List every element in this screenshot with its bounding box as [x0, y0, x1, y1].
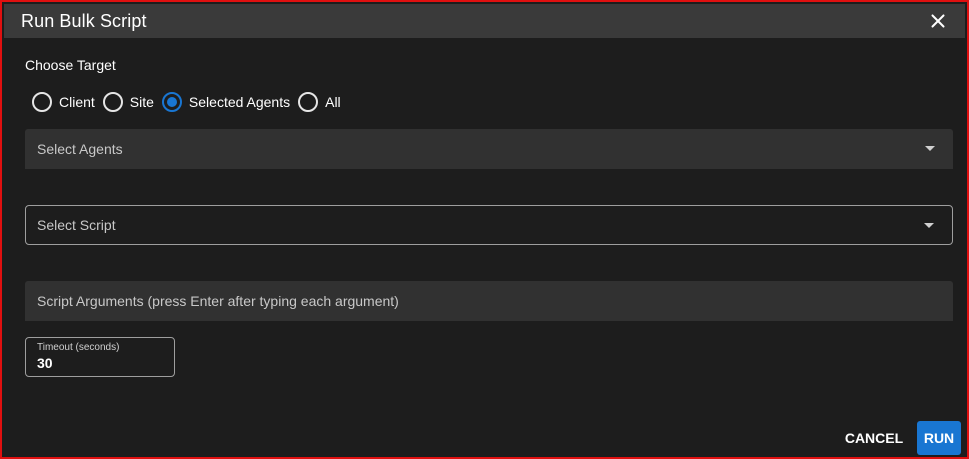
cancel-button[interactable]: CANCEL — [839, 422, 909, 454]
timeout-input[interactable]: Timeout (seconds) 30 — [25, 337, 175, 377]
radio-all-label: All — [325, 94, 341, 110]
dialog-title-bar: Run Bulk Script — [4, 4, 965, 38]
close-icon-graphic — [931, 14, 945, 28]
select-agents-dropdown[interactable]: Select Agents — [25, 129, 953, 169]
timeout-label: Timeout (seconds) — [37, 342, 120, 353]
select-script-placeholder: Select Script — [37, 217, 116, 233]
choose-target-label: Choose Target — [25, 57, 116, 73]
timeout-value[interactable]: 30 — [37, 355, 53, 371]
radio-selected-agents[interactable]: Selected Agents — [161, 92, 291, 112]
select-agents-placeholder: Select Agents — [37, 141, 123, 157]
radio-client-circle[interactable] — [32, 92, 52, 112]
dropdown-arrow-icon[interactable] — [925, 146, 935, 151]
dropdown-arrow-icon[interactable] — [924, 223, 934, 228]
radio-selected-agents-label: Selected Agents — [188, 94, 291, 110]
radio-all-circle[interactable] — [298, 92, 319, 112]
radio-all[interactable]: All — [298, 92, 341, 112]
run-bulk-script-dialog: Run Bulk Script Choose Target Client Sit… — [0, 0, 969, 459]
radio-client[interactable]: Client — [32, 92, 95, 112]
target-radio-group: Client Site Selected Agents All — [32, 91, 349, 113]
script-arguments-input[interactable]: Script Arguments (press Enter after typi… — [25, 281, 953, 321]
run-button[interactable]: RUN — [917, 421, 961, 455]
radio-client-label: Client — [59, 94, 95, 110]
radio-selected-agents-circle[interactable] — [161, 92, 182, 112]
radio-site[interactable]: Site — [102, 92, 154, 112]
select-script-dropdown[interactable]: Select Script — [25, 205, 953, 245]
dialog-title: Run Bulk Script — [21, 11, 147, 31]
radio-site-circle[interactable] — [102, 92, 123, 112]
script-arguments-placeholder: Script Arguments (press Enter after typi… — [37, 293, 399, 309]
close-icon[interactable] — [927, 10, 949, 32]
radio-site-label: Site — [129, 94, 154, 110]
